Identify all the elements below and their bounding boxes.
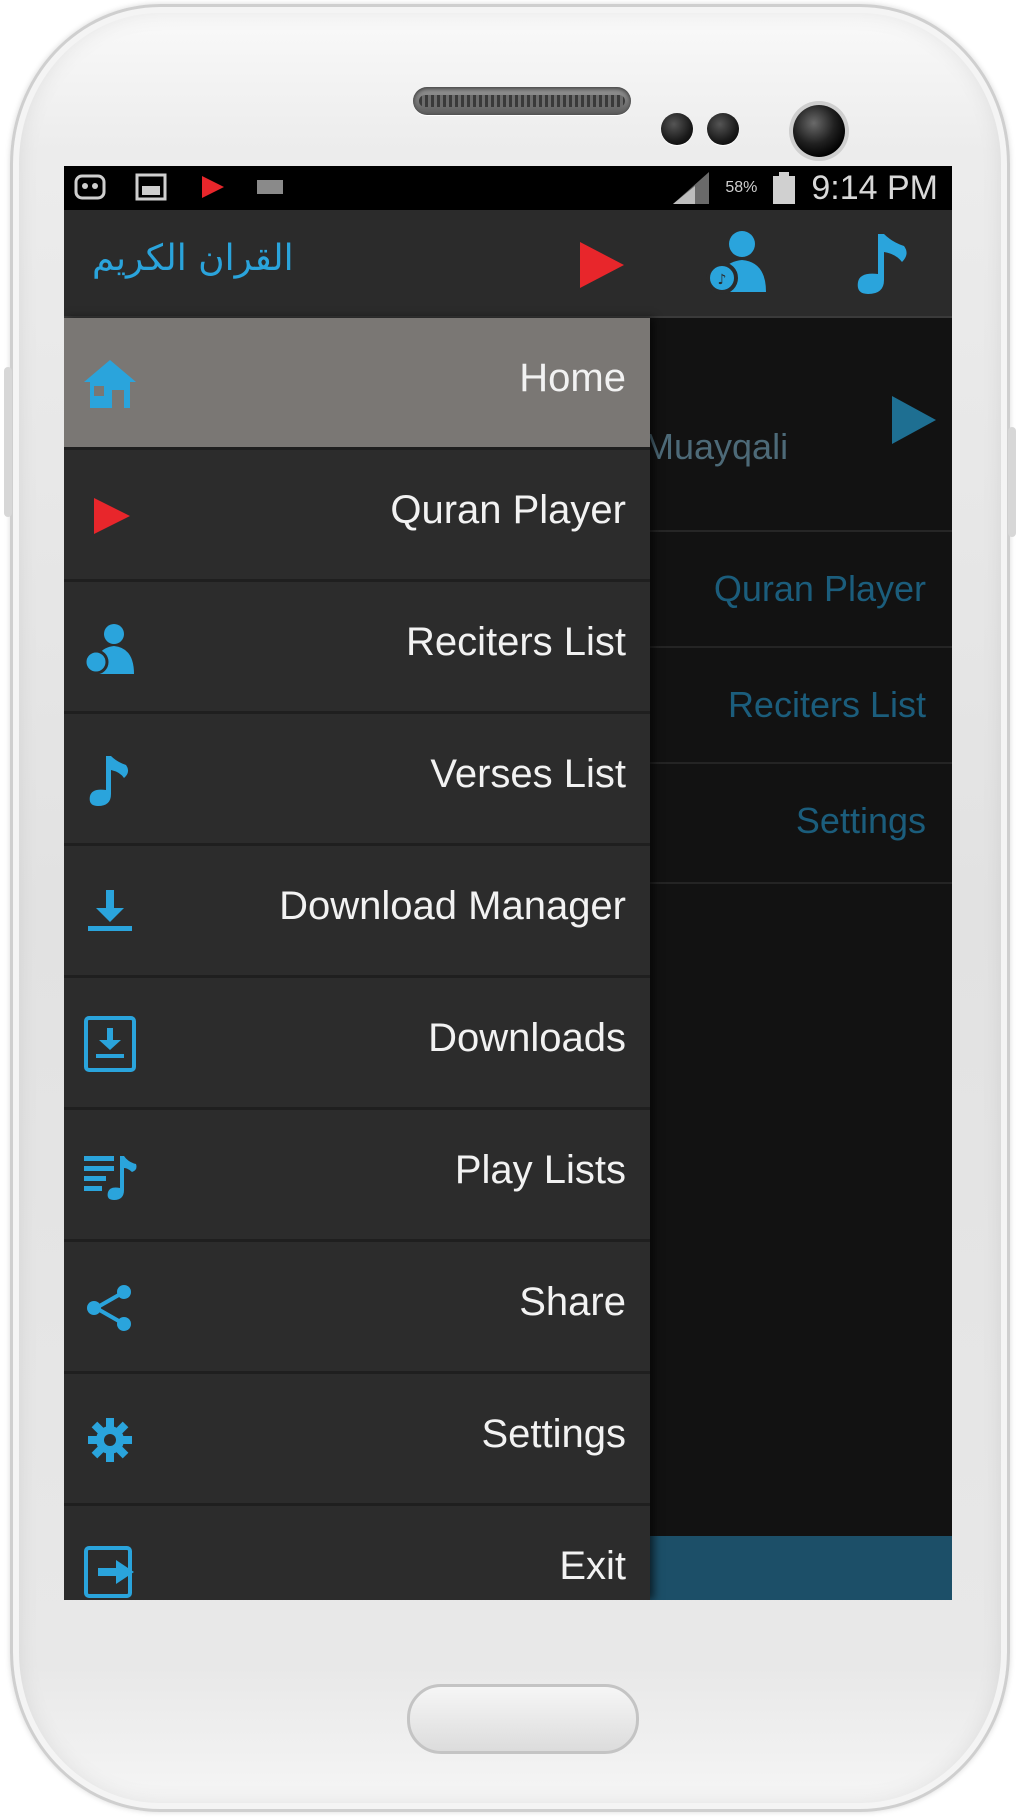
gear-icon: [88, 1418, 132, 1462]
proximity-sensor: [661, 113, 693, 145]
menu-label-downloads: Downloads: [428, 1016, 626, 1060]
menu-label-settings: Settings: [481, 1412, 626, 1456]
now-playing-play-icon[interactable]: [888, 394, 938, 446]
exit-icon: [84, 1546, 134, 1598]
bg-row-reciters-list[interactable]: Reciters List: [650, 648, 952, 764]
battery-icon: [773, 172, 796, 204]
menu-item-home[interactable]: Home: [64, 318, 650, 450]
reciter-icon[interactable]: ♪: [704, 228, 776, 298]
light-sensor: [707, 113, 739, 145]
gallery-notification-icon: [74, 174, 106, 200]
battery-percent: 58%: [725, 179, 758, 196]
menu-item-exit[interactable]: Exit: [64, 1506, 650, 1600]
volume-button: [4, 367, 12, 517]
menu-label-exit: Exit: [559, 1544, 626, 1588]
youtube-notification-icon: [202, 176, 224, 198]
downloads-folder-icon: [84, 1016, 136, 1072]
bottom-player-bar: [650, 1536, 952, 1600]
menu-item-download-manager[interactable]: Download Manager: [64, 846, 650, 978]
screen: 58% 9:14 PM القران الكريم ♪ Muayqali Qur…: [64, 166, 952, 1600]
menu-label-home: Home: [519, 356, 626, 400]
navigation-drawer: Home Quran Player Reciters List Verses L…: [64, 318, 650, 1600]
now-playing-reciter: Muayqali: [644, 426, 789, 467]
playlist-icon: [84, 1156, 137, 1200]
menu-item-play-lists[interactable]: Play Lists: [64, 1110, 650, 1242]
menu-item-quran-player[interactable]: Quran Player: [64, 450, 650, 582]
notification-icon: [257, 180, 283, 194]
action-bar: القران الكريم ♪: [64, 210, 952, 318]
bg-row-quran-player[interactable]: Quran Player: [650, 532, 952, 648]
now-playing-row[interactable]: Muayqali: [644, 318, 952, 532]
music-note-icon[interactable]: [850, 228, 914, 298]
menu-label-reciters-list: Reciters List: [405, 620, 626, 664]
clock: 9:14 PM: [811, 168, 938, 207]
menu-label-verses-list: Verses List: [430, 752, 626, 796]
sd-card-icon: [135, 173, 167, 201]
download-icon: [88, 890, 132, 931]
music-note-icon: [89, 756, 129, 806]
play-icon[interactable]: [574, 238, 628, 292]
earpiece-speaker: [413, 87, 631, 115]
menu-item-verses-list[interactable]: Verses List: [64, 714, 650, 846]
home-key[interactable]: [407, 1684, 639, 1754]
front-camera: [793, 105, 845, 157]
signal-icon: [673, 172, 710, 204]
svg-text:♪: ♪: [718, 272, 727, 288]
menu-item-settings[interactable]: Settings: [64, 1374, 650, 1506]
menu-label-quran-player: Quran Player: [390, 488, 626, 532]
menu-item-reciters-list[interactable]: Reciters List: [64, 582, 650, 714]
menu-label-play-lists: Play Lists: [454, 1148, 626, 1192]
menu-label-share: Share: [519, 1280, 626, 1324]
bg-row-settings[interactable]: Settings: [650, 764, 952, 884]
menu-item-share[interactable]: Share: [64, 1242, 650, 1374]
reciter-icon: [83, 624, 134, 675]
app-title: القران الكريم: [92, 238, 294, 279]
status-bar: 58% 9:14 PM: [64, 166, 952, 210]
power-button: [1008, 427, 1016, 537]
menu-label-download-manager: Download Manager: [279, 884, 626, 928]
menu-item-downloads[interactable]: Downloads: [64, 978, 650, 1110]
share-icon: [87, 1285, 131, 1331]
home-icon: [84, 360, 136, 408]
play-icon: [94, 498, 130, 534]
